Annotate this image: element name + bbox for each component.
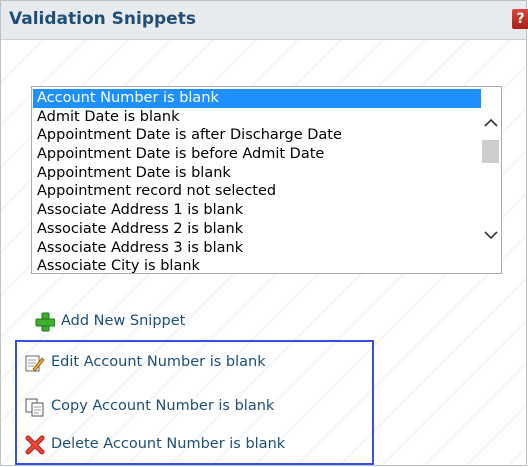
list-item[interactable]: Associate Address 2 is blank xyxy=(33,220,482,239)
list-item[interactable]: Appointment Date is after Discharge Date xyxy=(33,126,482,145)
snippet-list-items: Account Number is blank Admit Date is bl… xyxy=(33,89,482,273)
list-scrollbar[interactable] xyxy=(481,88,500,272)
list-item[interactable]: Associate City is blank xyxy=(33,257,482,273)
scrollbar-thumb[interactable] xyxy=(482,140,499,163)
help-icon[interactable]: ? xyxy=(512,9,528,29)
panel-title: Validation Snippets xyxy=(9,9,196,29)
add-new-snippet-label: Add New Snippet xyxy=(61,313,186,329)
snippet-listbox[interactable]: Account Number is blank Admit Date is bl… xyxy=(31,86,502,274)
list-item[interactable]: Appointment Date is before Admit Date xyxy=(33,145,482,164)
plus-icon xyxy=(35,312,56,332)
list-item[interactable]: Associate Address 1 is blank xyxy=(33,201,482,220)
highlight-box xyxy=(15,340,374,465)
list-item[interactable]: Account Number is blank xyxy=(33,89,482,108)
list-item[interactable]: Appointment record not selected xyxy=(33,182,482,201)
list-item[interactable]: Admit Date is blank xyxy=(33,108,482,127)
chevron-up-icon[interactable] xyxy=(481,112,500,134)
list-item[interactable]: Appointment Date is blank xyxy=(33,164,482,183)
chevron-down-icon[interactable] xyxy=(481,224,500,246)
panel-header: Validation Snippets ? xyxy=(1,1,528,40)
list-item[interactable]: Associate Address 3 is blank xyxy=(33,239,482,258)
